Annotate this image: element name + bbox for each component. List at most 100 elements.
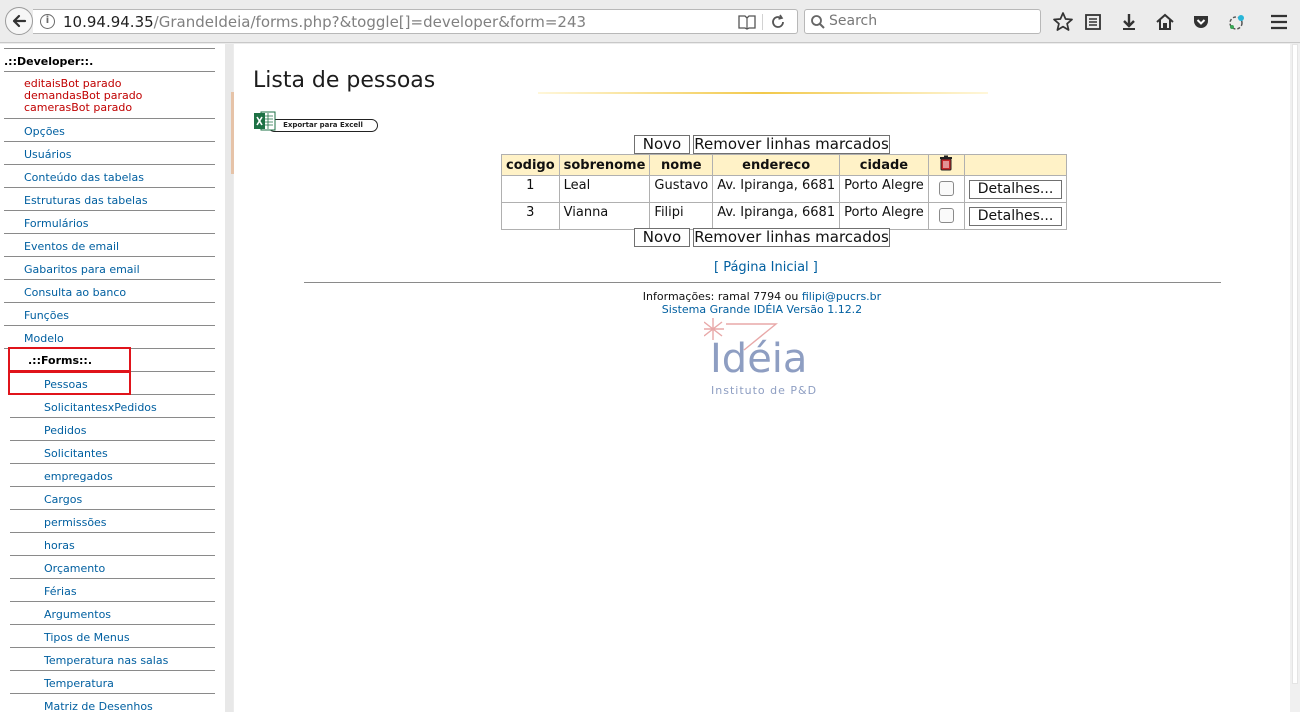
sidebar-form-item[interactable]: Matriz de Desenhos [44,694,225,712]
page-title: Lista de pessoas [253,68,436,93]
reading-list-icon[interactable] [1082,11,1104,33]
sidebar-form-item[interactable]: Argumentos [44,602,225,625]
new-button-top[interactable]: Novo [634,135,690,154]
excel-icon [254,111,276,131]
reader-view-icon[interactable] [738,14,756,30]
reload-icon[interactable] [770,13,786,31]
new-button-bottom[interactable]: Novo [634,228,690,247]
details-button[interactable]: Detalhes... [968,180,1063,199]
logo-subtitle: Instituto de P&D [711,384,817,397]
sidebar-form-item[interactable]: empregados [44,464,225,487]
trash-icon [940,155,953,171]
cell-checkbox [927,202,965,230]
sidebar-item[interactable]: Consulta ao banco [24,280,224,303]
search-icon [811,15,825,29]
cell-cidade: Porto Alegre [839,202,929,230]
home-page-link[interactable]: [ Página Inicial ] [714,260,818,275]
col-cidade[interactable]: cidade [839,154,929,176]
export-excel-label: Exportar para Excell [268,119,378,132]
cell-codigo: 1 [501,175,560,203]
sidebar-form-item[interactable]: Tipos de Menus [44,625,225,648]
col-codigo[interactable]: codigo [501,154,560,176]
sidebar-form-item[interactable]: Temperatura nas salas [44,648,225,671]
col-actions [963,154,1068,176]
title-underline [538,92,988,94]
page-scrollbar[interactable] [1290,44,1300,712]
sidebar-item[interactable]: Modelo [24,326,224,349]
sidebar-item[interactable]: Usuários [24,142,224,165]
sidebar-form-item[interactable]: Temperatura [44,671,225,694]
remove-marked-button-bottom[interactable]: Remover linhas marcados [693,228,890,247]
sidebar-item[interactable]: Formulários [24,211,224,234]
back-arrow-icon [12,14,27,28]
download-icon[interactable] [1118,11,1140,33]
sidebar-form-item[interactable]: SolicitantesxPedidos [44,395,225,418]
sidebar-form-item[interactable]: Férias [44,579,225,602]
row-select-checkbox[interactable] [938,208,954,223]
sidebar-form-item[interactable]: Pedidos [44,418,225,441]
sidebar-item[interactable]: Opções [24,119,224,142]
col-sobrenome[interactable]: sobrenome [558,154,651,176]
footer-email-link[interactable]: filipi@pucrs.br [802,290,881,303]
cell-endereco: Av. Ipiranga, 6681 [712,175,841,203]
row-select-checkbox[interactable] [938,181,954,196]
sidebar-form-item[interactable]: permissões [44,510,225,533]
sidebar-scrollbar[interactable] [225,44,234,712]
sidebar-form-item[interactable]: Solicitantes [44,441,225,464]
bookmark-star-icon[interactable] [1052,11,1074,33]
developer-header: .::Developer::. [4,55,94,68]
back-button[interactable] [5,7,33,35]
url-separator [762,14,763,30]
cell-cidade: Porto Alegre [839,175,929,203]
sidebar-form-item[interactable]: Cargos [44,487,225,510]
cell-nome: Gustavo [649,175,714,203]
sidebar-form-item[interactable]: horas [44,533,225,556]
sidebar-item[interactable]: Estruturas das tabelas [24,188,224,211]
sidebar: .::Developer::. editaisBot parado demand… [0,44,225,712]
pocket-icon[interactable] [1190,11,1212,33]
col-delete [927,154,965,176]
divider [4,48,215,49]
footer-contact-text: Informações: ramal 7794 ou [642,290,799,303]
cell-actions: Detalhes... [963,175,1068,203]
sidebar-item[interactable]: Conteúdo das tabelas [24,165,224,188]
footer-contact-line: Informações: ramal 7794 ou filipi@pucrs.… [234,290,1290,303]
cell-actions: Detalhes... [963,202,1068,230]
cell-sobrenome: Vianna [558,202,651,230]
home-icon[interactable] [1154,11,1176,33]
sidebar-form-item[interactable]: Orçamento [44,556,225,579]
url-text[interactable]: 10.94.94.35/GrandeIdeia/forms.php?&toggl… [63,13,586,31]
cell-sobrenome: Leal [558,175,651,203]
search-placeholder: Search [829,13,878,29]
cell-endereco: Av. Ipiranga, 6681 [712,202,841,230]
divider [4,71,215,72]
footer-system-version: Sistema Grande IDÉIA Versão 1.12.2 [661,303,863,316]
cell-codigo: 3 [501,202,560,230]
cell-checkbox [927,175,965,203]
info-icon[interactable]: i [40,14,55,29]
remove-marked-button-top[interactable]: Remover linhas marcados [693,135,890,154]
ideia-logo: Idéia Instituto de P&D [704,318,817,397]
footer-divider [304,282,1221,283]
table-header-row: codigo sobrenome nome endereco cidade [501,154,1068,176]
bot-status-list: editaisBot parado demandasBot parado cam… [24,78,142,114]
sidebar-item[interactable]: Funções [24,303,224,326]
browser-toolbar: i 10.94.94.35/GrandeIdeia/forms.php?&tog… [0,0,1300,43]
footer-info: Informações: ramal 7794 ou filipi@pucrs.… [234,290,1290,316]
col-endereco[interactable]: endereco [712,154,841,176]
details-button[interactable]: Detalhes... [968,207,1063,226]
page-scroll-thumb[interactable] [1292,44,1298,684]
sidebar-item[interactable]: Eventos de email [24,234,224,257]
col-nome[interactable]: nome [649,154,714,176]
export-excel-button[interactable]: Exportar para Excell [254,110,379,133]
bot-status-cameras: camerasBot parado [24,101,133,114]
people-table: codigo sobrenome nome endereco cidade 1 … [501,154,1068,230]
extension-icon[interactable] [1226,11,1248,33]
main-content: Lista de pessoas Exportar para Excell No… [234,44,1290,712]
menu-icon[interactable] [1268,11,1290,33]
cell-nome: Filipi [649,202,714,230]
url-bar[interactable]: i 10.94.94.35/GrandeIdeia/forms.php?&tog… [33,9,798,34]
search-bar[interactable]: Search [804,9,1041,34]
sidebar-item[interactable]: Gabaritos para email [24,257,224,280]
highlight-box-pessoas [8,370,131,395]
